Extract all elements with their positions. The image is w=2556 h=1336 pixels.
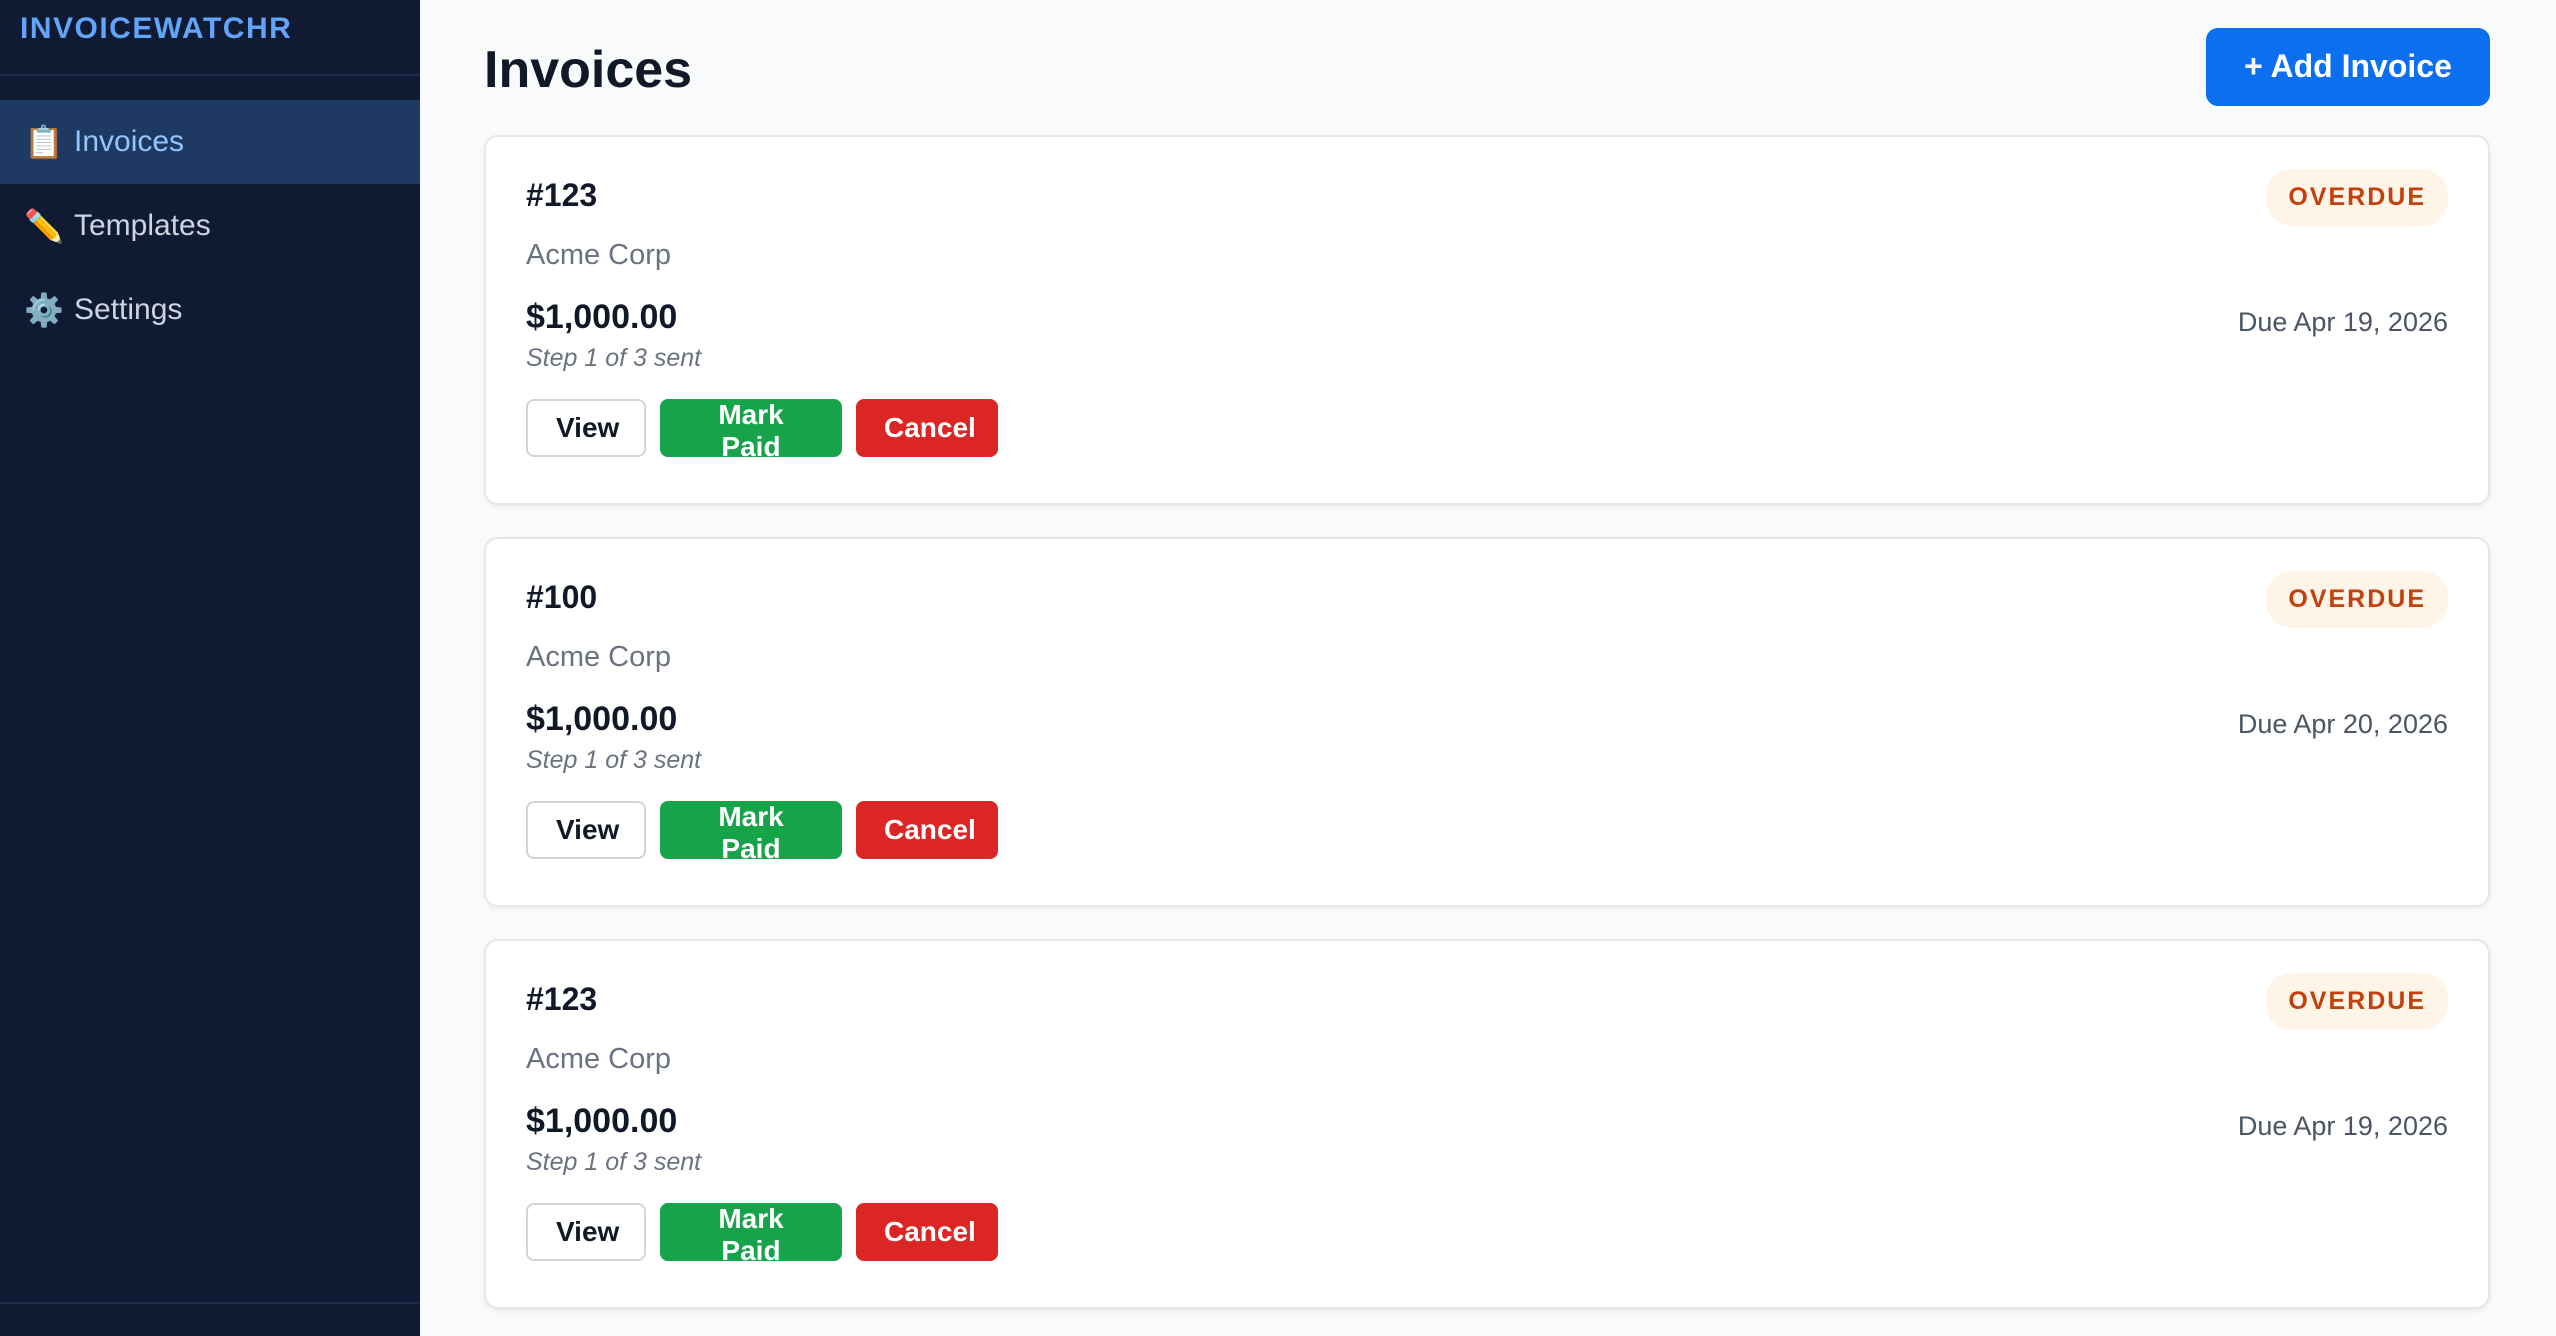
invoice-number: #123 bbox=[526, 177, 598, 213]
reminder-step: Step 1 of 3 sent bbox=[526, 1148, 702, 1176]
cancel-button[interactable]: Cancel bbox=[856, 399, 998, 457]
view-button[interactable]: View bbox=[526, 801, 646, 859]
invoice-actions: View Mark Paid Cancel bbox=[526, 1203, 2448, 1266]
sidebar-item-settings[interactable]: ⚙️ Settings bbox=[0, 268, 420, 352]
mark-paid-button[interactable]: Mark Paid bbox=[660, 801, 842, 864]
view-button[interactable]: View bbox=[526, 1203, 646, 1261]
pencil-icon: ✏️ bbox=[24, 208, 64, 244]
invoice-card: #123 Acme Corp $1,000.00 Step 1 of 3 sen… bbox=[484, 135, 2490, 505]
app: INVOICEWATCHR 📋 Invoices ✏️ Templates ⚙️… bbox=[0, 0, 2556, 1336]
due-date: Due Apr 19, 2026 bbox=[2237, 1111, 2448, 1141]
cancel-button[interactable]: Cancel bbox=[856, 801, 998, 859]
mark-paid-button[interactable]: Mark Paid bbox=[660, 399, 842, 462]
client-name: Acme Corp bbox=[526, 641, 672, 673]
sidebar-item-templates[interactable]: ✏️ Templates bbox=[0, 184, 420, 268]
sidebar: INVOICEWATCHR 📋 Invoices ✏️ Templates ⚙️… bbox=[0, 0, 420, 1336]
reminder-step: Step 1 of 3 sent bbox=[526, 746, 702, 774]
invoice-number: #123 bbox=[526, 981, 598, 1017]
client-name: Acme Corp bbox=[526, 1043, 672, 1075]
sidebar-item-invoices[interactable]: 📋 Invoices bbox=[0, 100, 420, 184]
invoice-amount: $1,000.00 bbox=[526, 298, 678, 336]
invoice-card: #123 Acme Corp $1,000.00 Step 1 of 3 sen… bbox=[484, 939, 2490, 1309]
client-name: Acme Corp bbox=[526, 239, 672, 271]
due-date: Due Apr 19, 2026 bbox=[2237, 307, 2448, 337]
brand-logo: INVOICEWATCHR bbox=[0, 0, 420, 76]
status-badge: OVERDUE bbox=[2266, 973, 2448, 1030]
gear-icon: ⚙️ bbox=[24, 292, 64, 328]
sidebar-nav: 📋 Invoices ✏️ Templates ⚙️ Settings bbox=[0, 100, 420, 352]
sidebar-item-label: Settings bbox=[74, 293, 183, 326]
due-date: Due Apr 20, 2026 bbox=[2237, 709, 2448, 739]
page-header: Invoices + Add Invoice bbox=[484, 0, 2490, 135]
clipboard-icon: 📋 bbox=[24, 124, 64, 160]
invoice-amount: $1,000.00 bbox=[526, 1102, 678, 1140]
main-content: Invoices + Add Invoice #123 Acme Corp $1… bbox=[420, 0, 2556, 1336]
reminder-step: Step 1 of 3 sent bbox=[526, 344, 702, 372]
invoice-number: #100 bbox=[526, 579, 598, 615]
sidebar-item-label: Templates bbox=[74, 209, 211, 242]
status-badge: OVERDUE bbox=[2266, 571, 2448, 628]
mark-paid-button[interactable]: Mark Paid bbox=[660, 1203, 842, 1266]
cancel-button[interactable]: Cancel bbox=[856, 1203, 998, 1261]
view-button[interactable]: View bbox=[526, 399, 646, 457]
sidebar-footer-divider bbox=[0, 1302, 420, 1304]
status-badge: OVERDUE bbox=[2266, 169, 2448, 226]
invoice-card: #100 Acme Corp $1,000.00 Step 1 of 3 sen… bbox=[484, 537, 2490, 907]
invoice-amount: $1,000.00 bbox=[526, 700, 678, 738]
add-invoice-button[interactable]: + Add Invoice bbox=[2206, 27, 2490, 106]
page-title: Invoices bbox=[484, 40, 693, 99]
invoice-actions: View Mark Paid Cancel bbox=[526, 801, 2448, 864]
invoice-actions: View Mark Paid Cancel bbox=[526, 399, 2448, 462]
sidebar-item-label: Invoices bbox=[74, 125, 185, 158]
